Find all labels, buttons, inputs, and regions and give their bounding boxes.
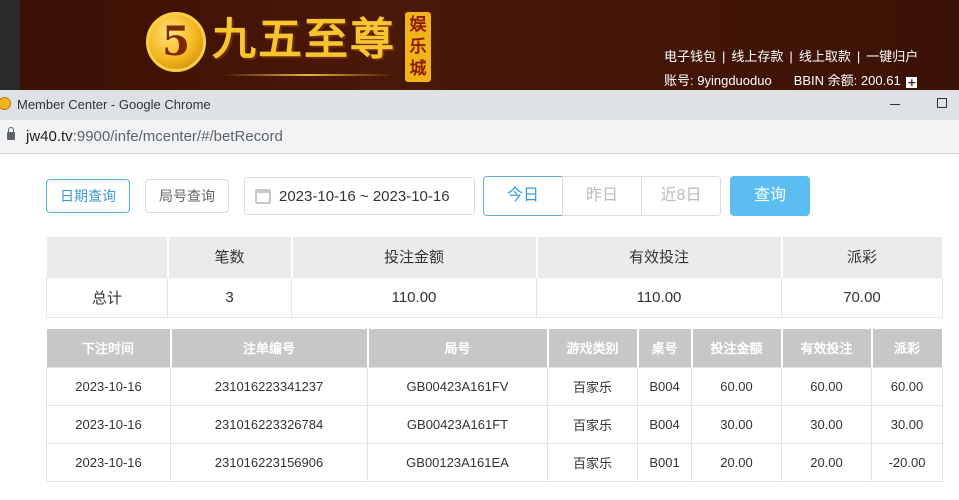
cell-time: 2023-10-16 <box>46 442 171 482</box>
plus-icon[interactable]: + <box>906 77 918 88</box>
column-header: 派彩 <box>871 329 944 367</box>
cell-bet-id: 231016223156906 <box>170 442 368 482</box>
cell-time: 2023-10-16 <box>46 404 171 444</box>
link-withdraw[interactable]: 线上取款 <box>799 49 851 64</box>
logo-badge: 娱 乐 城 <box>405 12 431 82</box>
cell-time: 2023-10-16 <box>46 366 171 406</box>
column-header: 桌号 <box>637 329 693 367</box>
summary-header: 笔数 <box>167 237 293 277</box>
cell-bet-id: 231016223341237 <box>170 366 368 406</box>
query-button[interactable]: 查询 <box>730 176 810 216</box>
summary-cell: 3 <box>167 276 292 318</box>
site-banner: 5 九五至尊 娱 乐 城 电子钱包 | 线上存款 | 线上取款 | 一键归户 账号: 9yi… <box>0 0 959 90</box>
cell-round: GB00423A161FT <box>367 404 548 444</box>
summary-cell: 70.00 <box>781 276 943 318</box>
calendar-icon <box>255 189 271 204</box>
summary-cell: 总计 <box>46 276 168 318</box>
cell-payout: -20.00 <box>871 442 943 482</box>
summary-header: 派彩 <box>781 237 944 277</box>
column-header: 投注金额 <box>691 329 783 367</box>
link-wallet[interactable]: 电子钱包 <box>664 49 716 64</box>
summary-header <box>46 237 169 277</box>
browser-titlebar: Member Center - Google Chrome <box>0 90 959 120</box>
column-header: 游戏类别 <box>547 329 639 367</box>
date-range-picker[interactable]: 2023-10-16 ~ 2023-10-16 <box>244 177 475 215</box>
today-button[interactable]: 今日 <box>483 176 563 216</box>
bet-records-table: 下注时间 注单编号 局号 游戏类别 桌号 投注金额 有效投注 派彩 2023-1… <box>46 329 944 482</box>
favicon-icon <box>0 97 11 110</box>
badge-char: 娱 <box>409 15 427 35</box>
link-consolidate[interactable]: 一键归户 <box>866 49 918 64</box>
cell-payout: 60.00 <box>871 366 943 406</box>
yesterday-button[interactable]: 昨日 <box>562 176 642 216</box>
top-nav: 电子钱包 | 线上存款 | 线上取款 | 一键归户 <box>664 49 919 64</box>
minimize-icon[interactable] <box>890 104 900 105</box>
table-row[interactable]: 2023-10-16 231016223341237 GB00423A161FV… <box>46 366 943 406</box>
cell-round: GB00423A161FV <box>367 366 548 406</box>
cell-valid-bet: 60.00 <box>781 366 872 406</box>
cell-game: 百家乐 <box>547 442 638 482</box>
logo-icon: 5 <box>146 12 206 72</box>
summary-header: 有效投注 <box>536 237 783 277</box>
summary-header: 投注金额 <box>291 237 538 277</box>
account-value: 9yingduoduo <box>697 73 772 88</box>
summary-table: 笔数 投注金额 有效投注 派彩 总计 3 110.00 110.00 70.00 <box>46 237 944 318</box>
summary-cell: 110.00 <box>291 276 537 318</box>
table-row[interactable]: 2023-10-16 231016223156906 GB00123A161EA… <box>46 442 943 482</box>
cell-bet-amount: 20.00 <box>691 442 782 482</box>
url-text[interactable]: jw40.tv:9900/infe/mcenter/#/betRecord <box>26 128 283 145</box>
url-host: jw40.tv <box>26 128 73 145</box>
summary-total-row: 总计 3 110.00 110.00 70.00 <box>46 276 943 318</box>
table-row[interactable]: 2023-10-16 231016223326784 GB00423A161FT… <box>46 404 943 444</box>
summary-cell: 110.00 <box>536 276 782 318</box>
column-header: 有效投注 <box>781 329 873 367</box>
window-title: Member Center - Google Chrome <box>17 97 211 112</box>
cell-table: B004 <box>637 404 692 444</box>
logo-text: 九五至尊 <box>212 14 396 65</box>
last-8-days-button[interactable]: 近8日 <box>641 176 721 216</box>
balance-value: 200.61 <box>860 73 901 88</box>
url-path: :9900/infe/mcenter/#/betRecord <box>72 128 283 145</box>
logo-divider <box>222 74 394 76</box>
column-header: 局号 <box>367 329 549 367</box>
cell-round: GB00123A161EA <box>367 442 548 482</box>
cell-bet-id: 231016223326784 <box>170 404 368 444</box>
cell-valid-bet: 20.00 <box>781 442 872 482</box>
address-bar[interactable]: jw40.tv:9900/infe/mcenter/#/betRecord <box>0 120 959 154</box>
cell-game: 百家乐 <box>547 404 638 444</box>
date-range-value: 2023-10-16 ~ 2023-10-16 <box>279 188 450 205</box>
records-header-row: 下注时间 注单编号 局号 游戏类别 桌号 投注金额 有效投注 派彩 <box>46 329 944 367</box>
cell-game: 百家乐 <box>547 366 638 406</box>
cell-valid-bet: 30.00 <box>781 404 872 444</box>
column-header: 下注时间 <box>46 329 172 367</box>
cell-table: B001 <box>637 442 692 482</box>
badge-char: 乐 <box>409 37 427 57</box>
cell-payout: 30.00 <box>871 404 943 444</box>
maximize-icon[interactable] <box>937 98 947 108</box>
badge-char: 城 <box>409 59 427 79</box>
round-query-tab[interactable]: 局号查询 <box>145 179 229 213</box>
link-deposit[interactable]: 线上存款 <box>731 49 783 64</box>
balance-label: BBIN 余额: <box>793 73 858 88</box>
account-label: 账号: <box>664 73 694 88</box>
cell-bet-amount: 60.00 <box>691 366 782 406</box>
cell-bet-amount: 30.00 <box>691 404 782 444</box>
cell-table: B004 <box>637 366 692 406</box>
summary-header-row: 笔数 投注金额 有效投注 派彩 <box>46 237 944 277</box>
column-header: 注单编号 <box>170 329 369 367</box>
banner-left-edge <box>0 0 20 90</box>
account-info: 账号: 9yingduoduo BBIN 余额: 200.61 + <box>664 70 918 89</box>
lock-icon[interactable] <box>7 127 15 140</box>
date-query-tab[interactable]: 日期查询 <box>46 179 130 213</box>
